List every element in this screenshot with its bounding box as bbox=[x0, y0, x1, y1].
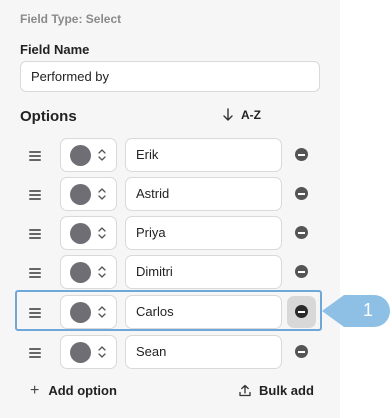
color-dot bbox=[70, 145, 91, 166]
options-title: Options bbox=[20, 108, 77, 125]
field-name-input[interactable]: Performed by bbox=[20, 61, 320, 92]
chevron-up-down-icon bbox=[98, 227, 106, 239]
option-row-erik: Erik bbox=[20, 137, 320, 177]
bulk-add-button[interactable]: Bulk add bbox=[239, 383, 314, 398]
field-settings-panel: Field Type: Select Field Name Performed … bbox=[0, 0, 340, 418]
sort-az-button[interactable]: A-Z bbox=[223, 108, 261, 122]
color-dot bbox=[70, 342, 91, 363]
remove-option-icon[interactable] bbox=[295, 148, 308, 161]
chevron-up-down-icon bbox=[98, 188, 106, 200]
remove-option-icon[interactable] bbox=[295, 226, 308, 239]
drag-handle-icon[interactable] bbox=[29, 268, 41, 278]
color-picker[interactable] bbox=[60, 138, 117, 172]
chevron-up-down-icon bbox=[98, 266, 106, 278]
option-row-priya: Priya bbox=[20, 215, 320, 255]
sort-label: A-Z bbox=[241, 108, 261, 122]
chevron-up-down-icon bbox=[98, 346, 106, 358]
field-name-label: Field Name bbox=[20, 42, 90, 57]
drag-handle-icon[interactable] bbox=[29, 151, 41, 161]
color-dot bbox=[70, 184, 91, 205]
field-type-label: Field Type: Select bbox=[20, 12, 122, 26]
option-row-dimitri: Dimitri bbox=[20, 254, 320, 294]
option-label-input[interactable]: Sean bbox=[125, 335, 282, 369]
option-label-input[interactable]: Priya bbox=[125, 216, 282, 250]
highlight-box bbox=[15, 290, 322, 331]
chevron-up-down-icon bbox=[98, 149, 106, 161]
option-row-astrid: Astrid bbox=[20, 176, 320, 216]
drag-handle-icon[interactable] bbox=[29, 190, 41, 200]
color-dot bbox=[70, 223, 91, 244]
drag-handle-icon[interactable] bbox=[29, 348, 41, 358]
bulk-add-label: Bulk add bbox=[259, 383, 314, 398]
add-option-button[interactable]: + Add option bbox=[30, 381, 117, 399]
plus-icon: + bbox=[30, 381, 40, 399]
drag-handle-icon[interactable] bbox=[29, 229, 41, 239]
option-label-input[interactable]: Dimitri bbox=[125, 255, 282, 289]
option-label-input[interactable]: Erik bbox=[125, 138, 282, 172]
color-picker[interactable] bbox=[60, 335, 117, 369]
remove-option-icon[interactable] bbox=[295, 345, 308, 358]
color-picker[interactable] bbox=[60, 216, 117, 250]
color-picker[interactable] bbox=[60, 177, 117, 211]
color-picker[interactable] bbox=[60, 255, 117, 289]
remove-option-icon[interactable] bbox=[295, 187, 308, 200]
remove-option-icon[interactable] bbox=[295, 265, 308, 278]
upload-icon bbox=[239, 384, 251, 397]
sort-arrow-icon bbox=[223, 108, 233, 121]
callout-number: 1 bbox=[362, 300, 373, 320]
option-label-input[interactable]: Astrid bbox=[125, 177, 282, 211]
color-dot bbox=[70, 262, 91, 283]
option-row-sean: Sean bbox=[20, 334, 320, 374]
add-option-label: Add option bbox=[48, 383, 117, 398]
